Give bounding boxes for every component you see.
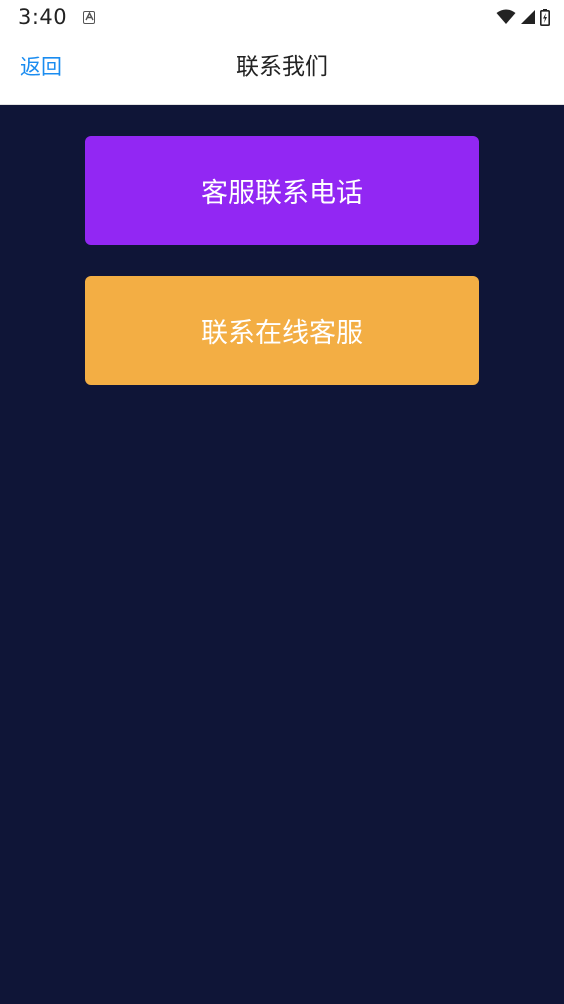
battery-charging-icon [540, 8, 550, 26]
notification-a-icon [83, 10, 96, 24]
signal-icon [521, 10, 535, 24]
online-customer-service-button[interactable]: 联系在线客服 [85, 276, 479, 385]
customer-service-phone-button[interactable]: 客服联系电话 [85, 136, 479, 245]
main-content: 客服联系电话 联系在线客服 [0, 105, 564, 1004]
status-icons [496, 8, 550, 26]
status-time: 3:40 [18, 5, 68, 29]
wifi-icon [496, 9, 516, 24]
status-bar: 3:40 [0, 0, 564, 34]
app-header: 返回 联系我们 [0, 34, 564, 105]
page-title: 联系我们 [236, 54, 328, 80]
